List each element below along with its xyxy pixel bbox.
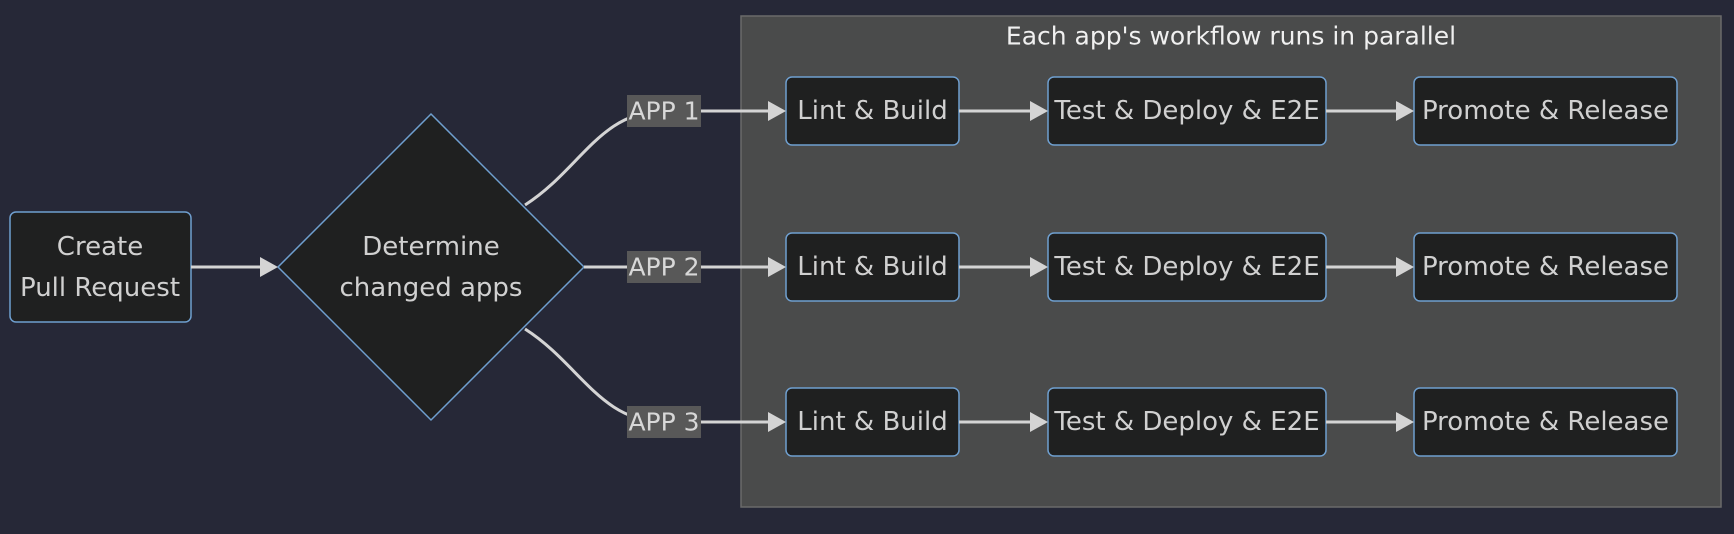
step-label: Test & Deploy & E2E [1053, 252, 1319, 282]
edge-label-app-2: APP 2 [627, 251, 701, 283]
node-label: Create [57, 232, 143, 262]
decision-label: changed apps [340, 273, 523, 303]
step-label: Promote & Release [1422, 96, 1669, 126]
step-test-deploy-e2e-app-2[interactable]: Test & Deploy & E2E [1047, 232, 1327, 302]
step-label: Lint & Build [797, 252, 947, 282]
step-label: Test & Deploy & E2E [1053, 407, 1319, 437]
step-label: Promote & Release [1422, 407, 1669, 437]
node-label: Pull Request [20, 273, 180, 303]
step-lint-build-app-1[interactable]: Lint & Build [785, 76, 960, 146]
node-create-pull-request[interactable]: Create Pull Request [9, 211, 192, 323]
step-label: Promote & Release [1422, 252, 1669, 282]
node-box [9, 211, 192, 323]
decision-determine-changed-apps[interactable]: Determine changed apps [276, 112, 586, 422]
step-promote-release-app-2[interactable]: Promote & Release [1413, 232, 1678, 302]
edge-label-text: APP 2 [628, 253, 699, 282]
step-test-deploy-e2e-app-3[interactable]: Test & Deploy & E2E [1047, 387, 1327, 457]
step-promote-release-app-3[interactable]: Promote & Release [1413, 387, 1678, 457]
step-label: Lint & Build [797, 407, 947, 437]
decision-label: Determine [362, 232, 499, 262]
edge-label-app-1: APP 1 [627, 95, 701, 127]
edge-label-text: APP 1 [628, 97, 699, 126]
diamond-shape [276, 112, 586, 422]
step-label: Test & Deploy & E2E [1053, 96, 1319, 126]
edge-label-app-3: APP 3 [627, 406, 701, 438]
flowchart-diagram: Each app's workflow runs in parallel Crea… [9, 15, 1722, 508]
step-test-deploy-e2e-app-1[interactable]: Test & Deploy & E2E [1047, 76, 1327, 146]
step-lint-build-app-3[interactable]: Lint & Build [785, 387, 960, 457]
step-promote-release-app-1[interactable]: Promote & Release [1413, 76, 1678, 146]
edge-label-text: APP 3 [628, 408, 699, 437]
step-lint-build-app-2[interactable]: Lint & Build [785, 232, 960, 302]
arrowhead-icon [260, 257, 278, 277]
step-label: Lint & Build [797, 96, 947, 126]
cluster-title: Each app's workflow runs in parallel [1006, 22, 1456, 51]
